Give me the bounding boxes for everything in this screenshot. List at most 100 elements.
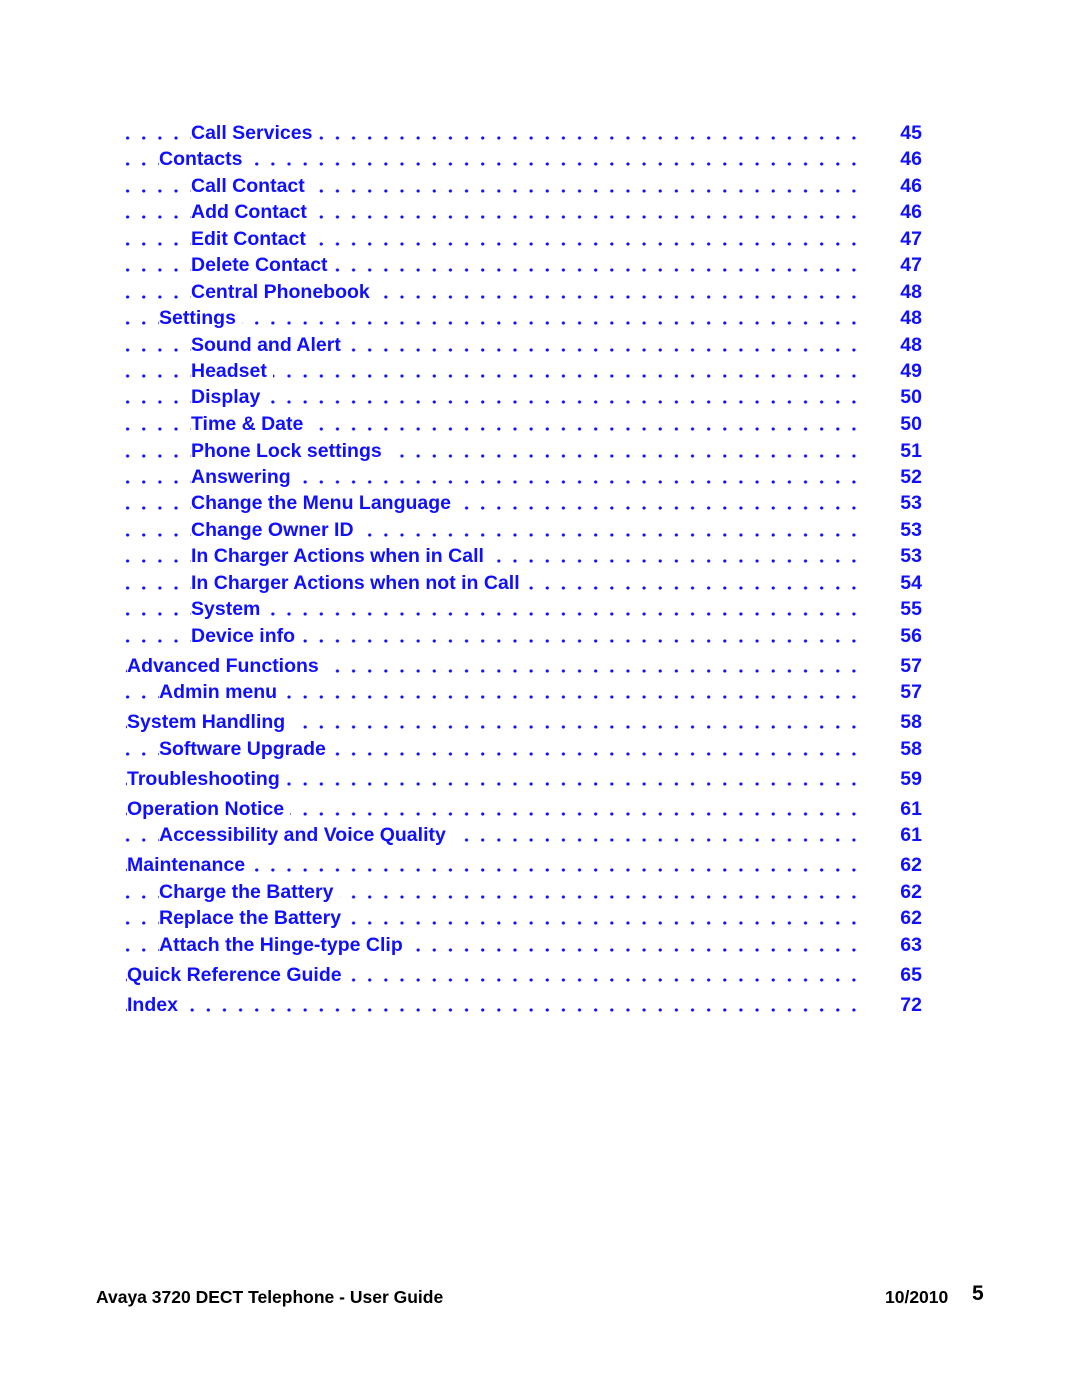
toc-entry[interactable]: Admin menu 57 bbox=[0, 679, 1080, 705]
toc-entry-page[interactable]: 47 bbox=[900, 252, 922, 278]
toc-entry-title[interactable]: Phone Lock settings bbox=[191, 438, 388, 464]
toc-entry-page[interactable]: 46 bbox=[900, 146, 922, 172]
toc-entry-page[interactable]: 58 bbox=[900, 709, 922, 735]
toc-entry-title[interactable]: Display bbox=[191, 384, 267, 410]
toc-entry-page[interactable]: 46 bbox=[900, 199, 922, 225]
toc-entry-title[interactable]: System Handling bbox=[127, 709, 292, 735]
toc-entry-title[interactable]: Headset bbox=[191, 358, 273, 384]
toc-entry-title[interactable]: System bbox=[191, 596, 267, 622]
toc-entry-title[interactable]: Central Phonebook bbox=[191, 279, 376, 305]
toc-entry-title[interactable]: Contacts bbox=[159, 146, 249, 172]
toc-entry-page[interactable]: 53 bbox=[900, 490, 922, 516]
toc-entry-title[interactable]: Sound and Alert bbox=[191, 332, 347, 358]
toc-entry-page[interactable]: 54 bbox=[900, 570, 922, 596]
toc-entry-title[interactable]: Settings bbox=[159, 305, 242, 331]
toc-entry-page[interactable]: 51 bbox=[900, 438, 922, 464]
toc-entry[interactable]: Phone Lock settings 51 bbox=[0, 438, 1080, 464]
toc-entry-page[interactable]: 62 bbox=[900, 879, 922, 905]
toc-entry[interactable]: Time & Date 50 bbox=[0, 411, 1080, 437]
toc-entry-page[interactable]: 65 bbox=[900, 962, 922, 988]
toc-entry[interactable]: Quick Reference Guide 65 bbox=[0, 962, 1080, 988]
toc-entry-title[interactable]: Delete Contact bbox=[191, 252, 334, 278]
toc-entry[interactable]: Charge the Battery 62 bbox=[0, 879, 1080, 905]
toc-entry[interactable]: Delete Contact 47 bbox=[0, 252, 1080, 278]
toc-entry-page[interactable]: 57 bbox=[900, 653, 922, 679]
toc-entry-title[interactable]: Software Upgrade bbox=[159, 736, 332, 762]
toc-entry-page[interactable]: 50 bbox=[900, 411, 922, 437]
toc-entry[interactable]: Call Services 45 bbox=[0, 120, 1080, 146]
toc-entry-page[interactable]: 56 bbox=[900, 623, 922, 649]
toc-entry-title[interactable]: Troubleshooting bbox=[127, 766, 286, 792]
toc-entry[interactable]: Accessibility and Voice Quality 61 bbox=[0, 822, 1080, 848]
toc-entry[interactable]: In Charger Actions when in Call 53 bbox=[0, 543, 1080, 569]
toc-entry-page[interactable]: 47 bbox=[900, 226, 922, 252]
toc-entry[interactable]: Maintenance 62 bbox=[0, 852, 1080, 878]
toc-entry-page[interactable]: 49 bbox=[900, 358, 922, 384]
toc-entry[interactable]: In Charger Actions when not in Call 54 bbox=[0, 570, 1080, 596]
toc-entry-page[interactable]: 48 bbox=[900, 305, 922, 331]
toc-entry-title[interactable]: In Charger Actions when not in Call bbox=[191, 570, 526, 596]
toc-entry-page[interactable]: 53 bbox=[900, 517, 922, 543]
toc-entry[interactable]: Central Phonebook 48 bbox=[0, 279, 1080, 305]
toc-entry-page[interactable]: 53 bbox=[900, 543, 922, 569]
toc-entry-title[interactable]: Admin menu bbox=[159, 679, 284, 705]
toc-entry[interactable]: Attach the Hinge-type Clip 63 bbox=[0, 932, 1080, 958]
toc-entry[interactable]: Settings 48 bbox=[0, 305, 1080, 331]
toc-entry-page[interactable]: 61 bbox=[900, 796, 922, 822]
toc-entry[interactable]: Index 72 bbox=[0, 992, 1080, 1018]
toc-entry[interactable]: Change Owner ID 53 bbox=[0, 517, 1080, 543]
toc-entry[interactable]: Sound and Alert 48 bbox=[0, 332, 1080, 358]
toc-entry-title[interactable]: Advanced Functions bbox=[127, 653, 325, 679]
toc-entry-title[interactable]: Index bbox=[127, 992, 184, 1018]
footer-page-number: 5 bbox=[972, 1282, 984, 1305]
toc-entry-title[interactable]: Charge the Battery bbox=[159, 879, 340, 905]
toc-entry-page[interactable]: 45 bbox=[900, 120, 922, 146]
toc-entry[interactable]: Operation Notice 61 bbox=[0, 796, 1080, 822]
toc-entry-title[interactable]: Accessibility and Voice Quality bbox=[159, 822, 452, 848]
toc-entry-title[interactable]: Maintenance bbox=[127, 852, 252, 878]
toc-entry-page[interactable]: 46 bbox=[900, 173, 922, 199]
toc-entry[interactable]: Add Contact 46 bbox=[0, 199, 1080, 225]
toc-entry[interactable]: System 55 bbox=[0, 596, 1080, 622]
toc-entry[interactable]: Edit Contact 47 bbox=[0, 226, 1080, 252]
toc-entry-page[interactable]: 61 bbox=[900, 822, 922, 848]
toc-entry-title[interactable]: Operation Notice bbox=[127, 796, 291, 822]
toc-entry[interactable]: Call Contact 46 bbox=[0, 173, 1080, 199]
toc-entry-title[interactable]: Attach the Hinge-type Clip bbox=[159, 932, 409, 958]
toc-entry-title[interactable]: Device info bbox=[191, 623, 302, 649]
toc-entry-page[interactable]: 58 bbox=[900, 736, 922, 762]
toc-entry-page[interactable]: 48 bbox=[900, 332, 922, 358]
toc-entry[interactable]: Device info 56 bbox=[0, 623, 1080, 649]
toc-entry-page[interactable]: 57 bbox=[900, 679, 922, 705]
toc-entry-title[interactable]: Edit Contact bbox=[191, 226, 312, 252]
toc-entry-title[interactable]: Replace the Battery bbox=[159, 905, 348, 931]
toc-entry-page[interactable]: 52 bbox=[900, 464, 922, 490]
toc-entry-title[interactable]: Change the Menu Language bbox=[191, 490, 458, 516]
toc-entry-title[interactable]: In Charger Actions when in Call bbox=[191, 543, 490, 569]
toc-entry-page[interactable]: 62 bbox=[900, 852, 922, 878]
toc-entry[interactable]: System Handling 58 bbox=[0, 709, 1080, 735]
toc-entry[interactable]: Advanced Functions 57 bbox=[0, 653, 1080, 679]
toc-entry-page[interactable]: 62 bbox=[900, 905, 922, 931]
toc-entry-page[interactable]: 48 bbox=[900, 279, 922, 305]
toc-entry-title[interactable]: Call Contact bbox=[191, 173, 311, 199]
toc-entry[interactable]: Troubleshooting 59 bbox=[0, 766, 1080, 792]
toc-entry[interactable]: Answering 52 bbox=[0, 464, 1080, 490]
toc-entry-page[interactable]: 72 bbox=[900, 992, 922, 1018]
toc-entry-title[interactable]: Time & Date bbox=[191, 411, 310, 437]
toc-entry[interactable]: Display 50 bbox=[0, 384, 1080, 410]
toc-entry[interactable]: Headset 49 bbox=[0, 358, 1080, 384]
toc-entry-page[interactable]: 59 bbox=[900, 766, 922, 792]
toc-entry[interactable]: Change the Menu Language 53 bbox=[0, 490, 1080, 516]
toc-entry-title[interactable]: Call Services bbox=[191, 120, 319, 146]
toc-entry-page[interactable]: 55 bbox=[900, 596, 922, 622]
toc-entry[interactable]: Contacts 46 bbox=[0, 146, 1080, 172]
toc-entry-title[interactable]: Quick Reference Guide bbox=[127, 962, 348, 988]
toc-entry-page[interactable]: 63 bbox=[900, 932, 922, 958]
toc-entry-page[interactable]: 50 bbox=[900, 384, 922, 410]
toc-entry-title[interactable]: Add Contact bbox=[191, 199, 313, 225]
toc-entry-title[interactable]: Answering bbox=[191, 464, 297, 490]
toc-entry[interactable]: Replace the Battery 62 bbox=[0, 905, 1080, 931]
toc-entry[interactable]: Software Upgrade 58 bbox=[0, 736, 1080, 762]
toc-entry-title[interactable]: Change Owner ID bbox=[191, 517, 360, 543]
